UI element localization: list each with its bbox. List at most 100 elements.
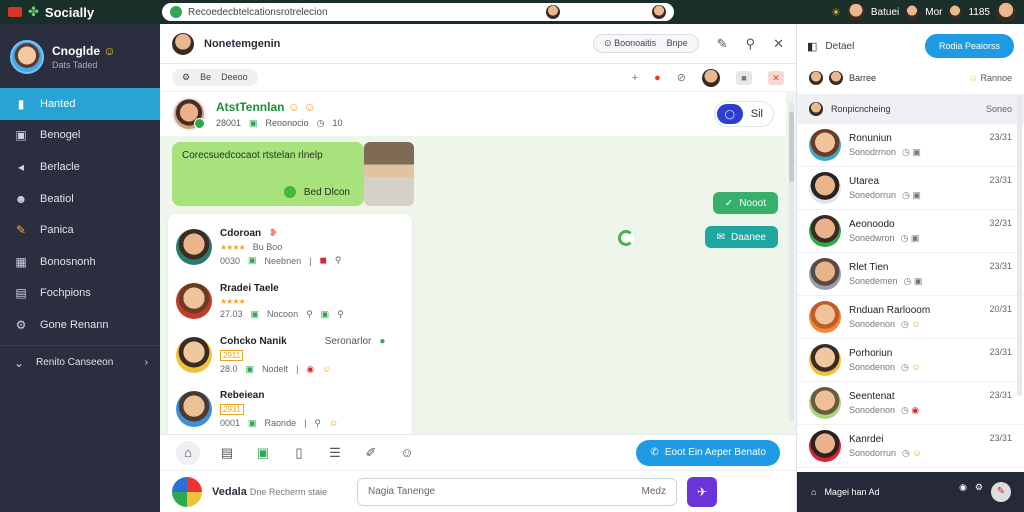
new-chat-button[interactable]: Rodia Peaiorss	[924, 34, 1014, 58]
avatar	[176, 229, 212, 265]
contact-toggle[interactable]: ◯ Sil	[713, 101, 774, 127]
search-bar[interactable]: Recoedecbtelcationsrotrelecion	[162, 3, 674, 21]
avatar[interactable]	[10, 40, 44, 74]
message-bubble[interactable]: Corecsuedcocaot rtstelan rlnelp Bed Dlco…	[172, 142, 364, 206]
avatar[interactable]	[652, 5, 666, 19]
conversations-scrollbar[interactable]	[1017, 96, 1022, 396]
camera-icon[interactable]: ◉	[959, 482, 967, 502]
conversation-row[interactable]: Porhoriun Sonodenon ◷ ☺ 23/31	[797, 339, 1024, 382]
avatar[interactable]	[172, 476, 202, 507]
right-section-header: Barree ☺ Rannoe	[797, 68, 1024, 88]
conversation-row[interactable]: Rnduan Rarlooom Sonodenon ◷ ☺ 20/31	[797, 296, 1024, 339]
avatar[interactable]	[905, 5, 920, 19]
send-button[interactable]: ✈	[686, 476, 717, 507]
sidebar-item-fochpions[interactable]: ▤ Fochpions	[0, 278, 160, 310]
conversation-row[interactable]: Kanrdei Sonodorrun ◷ ☺ 23/31	[797, 425, 1024, 468]
sidebar-item-panica[interactable]: ✎ Panica	[0, 214, 160, 246]
chat-scrollbar[interactable]	[789, 102, 794, 422]
avatar	[829, 71, 843, 85]
score-label: 1185	[968, 6, 990, 18]
list-icon[interactable]: ☰	[326, 445, 344, 461]
conversation-name: Ronuniun	[849, 132, 892, 144]
note-icon[interactable]: ▤	[218, 445, 236, 461]
settings-icon: ⚙	[182, 72, 191, 82]
sidebar-more[interactable]: ⌄ Renito Canseeon ›	[0, 346, 160, 380]
sidebar-item-gone-renann[interactable]: ⚙ Gone Renann	[0, 309, 160, 341]
badge: 2931	[220, 403, 244, 415]
settings-icon[interactable]: ⚙	[975, 482, 983, 502]
home-icon[interactable]: ⌂	[176, 440, 200, 465]
conversation-name: Porhoriun	[849, 347, 893, 359]
avatar[interactable]	[546, 5, 560, 19]
edit-icon[interactable]: ✎	[717, 36, 728, 52]
conversation-row[interactable]: Aeonoodo Sonedwron ◷ ▣ 32/31	[797, 210, 1024, 253]
conversation-row[interactable]: Utarea Sonedorrun ◷ ▣ 23/31	[797, 167, 1024, 210]
contact-id: 28001	[216, 117, 242, 128]
avatar[interactable]	[702, 68, 720, 87]
conversation-preview: Sonedorrun ◷ ▣	[849, 189, 921, 200]
message-input[interactable]: Nagia Tanenge Medz	[356, 477, 677, 506]
sidebar-item-bonosnonh[interactable]: ▦ Bonosnonh	[0, 246, 160, 278]
avatar[interactable]	[948, 5, 963, 19]
conversation-group[interactable]: Ronpicncheing Soneo	[797, 94, 1024, 124]
search-input[interactable]: Recoedecbtelcationsrotrelecion	[188, 7, 540, 18]
composer-name: Vedala	[212, 485, 247, 498]
conversation-time: 23/31	[989, 347, 1012, 357]
sidebar-item-beatiol[interactable]: ☻ Beatiol	[0, 183, 160, 215]
conversation-row[interactable]: Seentenat Sonodenon ◷ ◉ 23/31	[797, 382, 1024, 425]
conversation-preview: Sonodenon ◷ ☺	[849, 318, 921, 329]
sidebar-item-berlacle[interactable]: ◂ Berlacle	[0, 151, 160, 183]
lock-icon[interactable]: ⌂	[811, 487, 816, 497]
header-filter-button[interactable]: ⊙ Boonoaitis Bnpe	[593, 34, 699, 53]
minimize-button[interactable]: ■	[736, 70, 752, 85]
book-icon[interactable]: ▯	[290, 445, 308, 461]
conversation-time: 23/31	[989, 433, 1012, 443]
plus-icon[interactable]: +	[632, 72, 638, 84]
list-item[interactable]: Rebeiean 2931 0001 ▣ Raonde | ⚲ ☺	[176, 382, 404, 436]
record-icon[interactable]: ●	[654, 72, 661, 84]
avatar	[176, 337, 212, 373]
attach-icon[interactable]: ⊘	[677, 71, 686, 84]
avatar	[809, 172, 841, 204]
notification-button[interactable]: ✎	[991, 482, 1011, 502]
profile-avatar[interactable]	[996, 2, 1016, 22]
list-item[interactable]: Cohcko Nanik Seronarlor ● 2911 28.0 ▣ Nodelt…	[176, 328, 404, 382]
sidebar-item-benogel[interactable]: ▣ Benogel	[0, 120, 160, 152]
user-avatar[interactable]	[846, 3, 865, 21]
sun-icon[interactable]: ☀	[831, 6, 841, 19]
bag-icon: ▣	[248, 255, 257, 265]
contact-card[interactable]: AtstTennlan ☺ ☺ 28001 ▣ Renonocio ◷ 10 ◯…	[160, 92, 786, 136]
bag-icon[interactable]: ▣	[254, 445, 272, 461]
app-logo[interactable]: ✤ Socially	[0, 4, 160, 20]
attached-photo[interactable]	[364, 142, 414, 206]
conversation-row[interactable]: Ronuniun Sonodrrnon ◷ ▣ 23/31	[797, 124, 1024, 167]
primary-action-button[interactable]: ✆ Eoot Ein Aeper Benato	[636, 439, 780, 466]
sidebar-item-label: Fochpions	[40, 287, 91, 300]
divider: |	[296, 364, 299, 374]
section-more-link[interactable]: ☺ Rannoe	[969, 73, 1012, 83]
right-tab-label[interactable]: Detael	[825, 41, 854, 52]
quick-reply-button[interactable]: ✉ Daanee	[704, 226, 778, 248]
sidebar-more-label: Renito Canseeon	[36, 357, 114, 369]
close-icon[interactable]: ✕	[773, 36, 784, 52]
list-item[interactable]: Rradei Taele ★★★★ 27.03 ▣ Nocoon ⚲ ▣ ⚲	[176, 274, 404, 328]
profile-header[interactable]: Cnoglde ☺ Dats Taded	[0, 24, 160, 88]
compass-icon[interactable]: ✐	[362, 445, 380, 461]
filter-chip[interactable]: ⚙ Be Deeoo	[172, 69, 258, 86]
back-icon[interactable]: ◧	[807, 40, 817, 53]
chat-avatar[interactable]	[172, 32, 194, 55]
avatar	[809, 129, 841, 161]
pin-icon[interactable]: ⚲	[746, 36, 756, 52]
contact-avatar[interactable]	[172, 97, 206, 131]
close-window-button[interactable]: ✕	[768, 70, 784, 85]
list-item[interactable]: Cdoroan ❥ ★★★★ Bu Boo 0030 ▣ Neebnen | ◼ ⚲	[176, 220, 404, 274]
user-label[interactable]: Batuei	[871, 7, 899, 18]
sidebar-item-hanted[interactable]: ▮ Hanted	[0, 88, 160, 120]
emoji-icon[interactable]: ☺	[398, 445, 416, 460]
right-panel-header: ◧ Detael Rodia Peaiorss	[797, 24, 1024, 68]
bag-icon: ▣	[249, 117, 258, 128]
quick-reply-button[interactable]: ✓ Nooot	[712, 192, 778, 214]
conversation-row[interactable]: Rlet Tien Sonedemen ◷ ▣ 23/31	[797, 253, 1024, 296]
conversation-name: Seentenat	[849, 390, 895, 402]
scrollbar-thumb[interactable]	[789, 112, 794, 182]
